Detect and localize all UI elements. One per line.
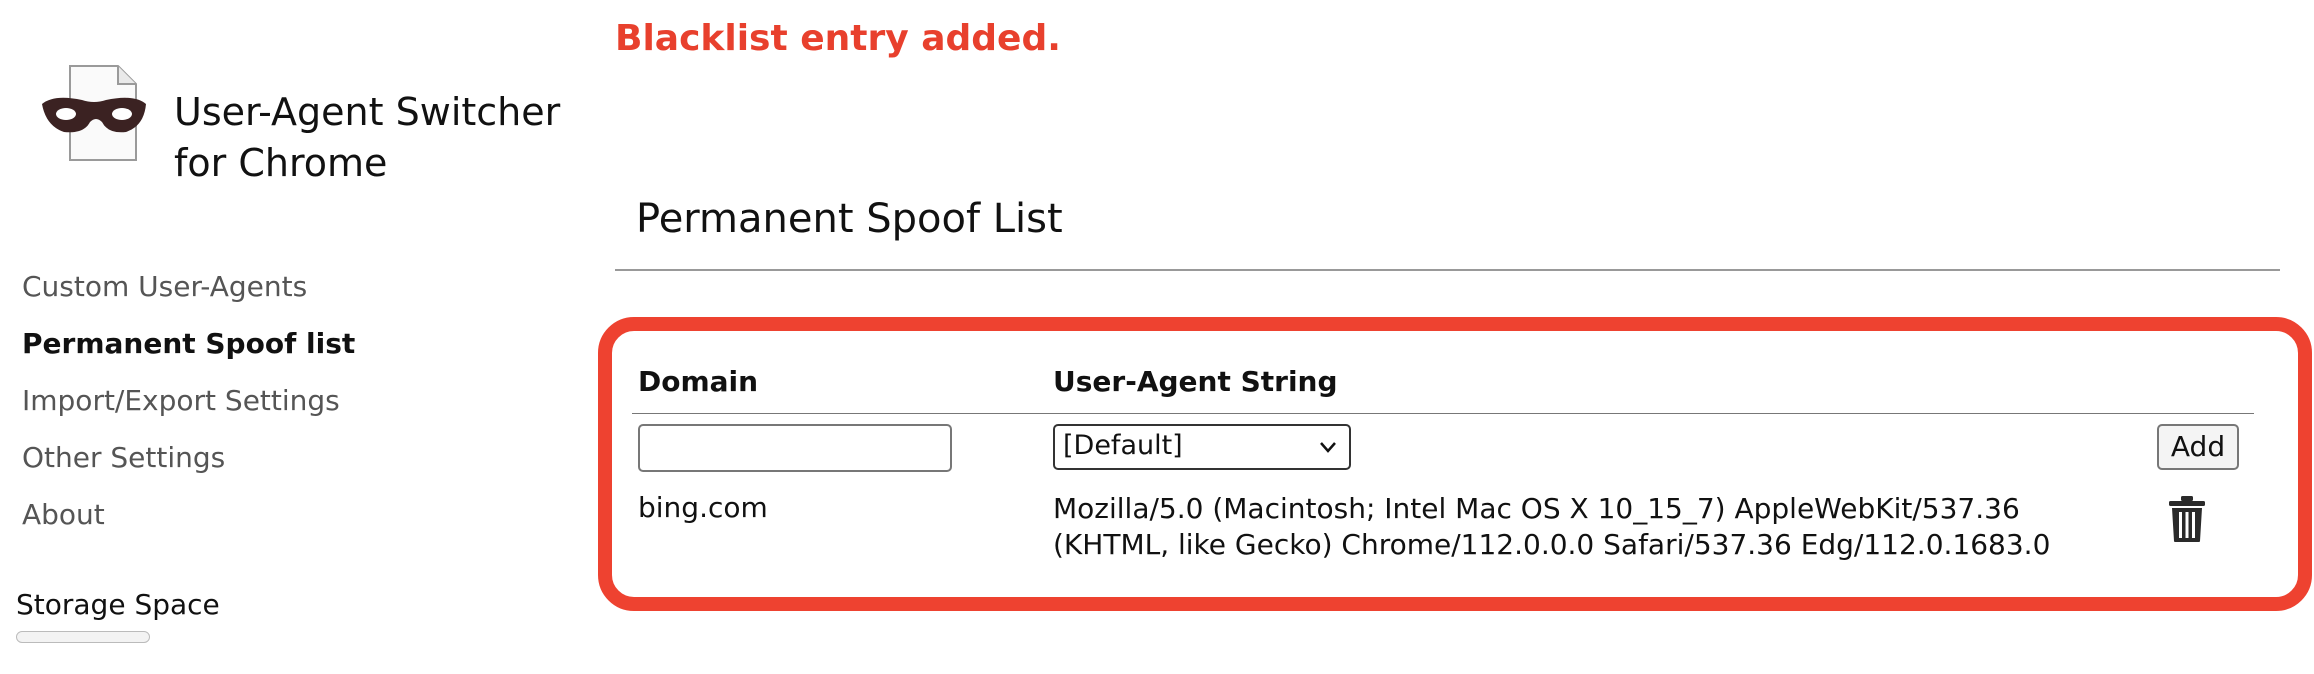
status-message: Blacklist entry added. [615, 18, 1061, 59]
sidebar-item-custom-user-agents[interactable]: Custom User-Agents [22, 262, 355, 319]
sidebar-item-import-export-settings[interactable]: Import/Export Settings [22, 376, 355, 433]
add-button[interactable]: Add [2157, 424, 2239, 470]
domain-input[interactable] [638, 424, 952, 472]
storage-space: Storage Space [16, 588, 220, 643]
header-divider [632, 413, 2254, 414]
user-agent-select-value: [Default] [1063, 430, 1183, 461]
masked-document-icon [42, 65, 146, 161]
sidebar-item-about[interactable]: About [22, 490, 355, 547]
storage-label: Storage Space [16, 588, 220, 621]
title-divider [615, 269, 2280, 271]
app-title: User-Agent Switcher for Chrome [174, 90, 561, 185]
entry-domain: bing.com [638, 491, 768, 524]
spoof-list-panel: Domain User-Agent String [Default] Add b… [598, 317, 2312, 611]
column-header-domain: Domain [638, 365, 759, 398]
sidebar-item-permanent-spoof-list[interactable]: Permanent Spoof list [22, 319, 355, 376]
sidebar-item-other-settings[interactable]: Other Settings [22, 433, 355, 490]
sidebar-nav: Custom User-Agents Permanent Spoof list … [22, 262, 355, 547]
entry-user-agent: Mozilla/5.0 (Macintosh; Intel Mac OS X 1… [1053, 492, 2051, 561]
page-title: Permanent Spoof List [636, 196, 1063, 242]
chevron-down-icon [1320, 442, 1336, 453]
column-header-user-agent: User-Agent String [1053, 365, 1338, 398]
storage-progress-bar [16, 631, 150, 643]
app-brand: User-Agent Switcher for Chrome [40, 60, 574, 189]
trash-icon[interactable] [2167, 495, 2207, 543]
user-agent-select[interactable]: [Default] [1053, 424, 1351, 470]
